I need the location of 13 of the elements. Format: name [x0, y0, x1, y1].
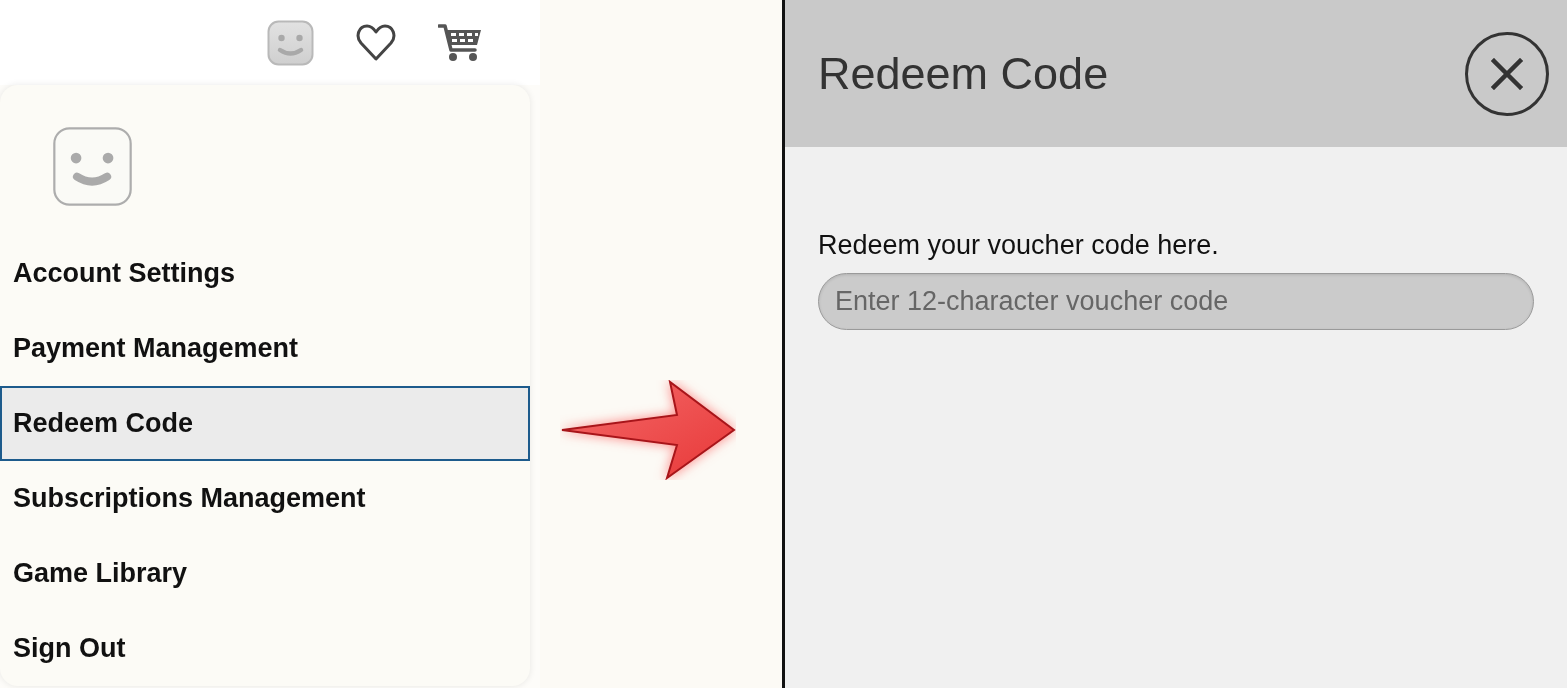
menu-item[interactable]: Redeem Code — [0, 386, 530, 461]
close-icon — [1491, 57, 1523, 90]
menu-item[interactable]: Payment Management — [0, 311, 530, 386]
menu-item[interactable]: Account Settings — [0, 236, 530, 311]
menu-item[interactable]: Sign Out — [0, 611, 530, 686]
voucher-input-field[interactable]: Enter 12-character voucher code — [818, 273, 1534, 330]
heart-icon[interactable] — [356, 23, 396, 62]
menu-item[interactable]: Game Library — [0, 536, 530, 611]
cart-icon[interactable] — [438, 23, 482, 62]
dialog-title: Redeem Code — [818, 46, 1109, 101]
menu-item[interactable]: Subscriptions Management — [0, 461, 530, 536]
close-button[interactable] — [1465, 31, 1549, 116]
voucher-prompt: Redeem your voucher code here. — [818, 229, 1220, 261]
